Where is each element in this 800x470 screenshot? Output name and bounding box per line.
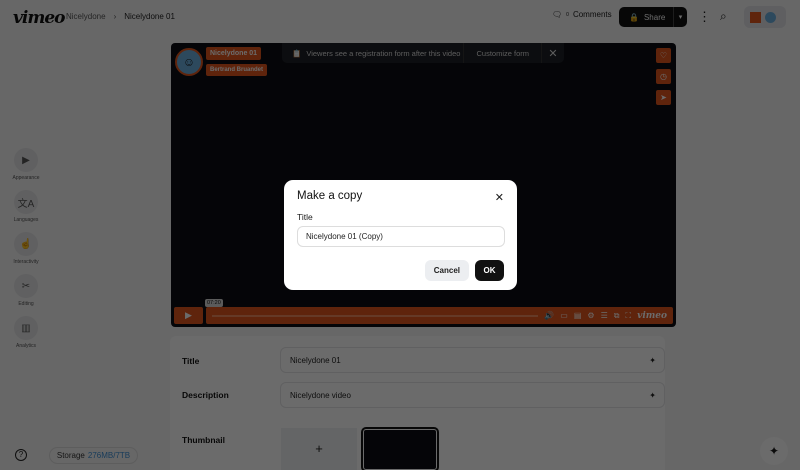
field-label: Title bbox=[297, 212, 313, 222]
sidebar-item-label: Appearance bbox=[12, 175, 40, 181]
time-tooltip: 07:20 bbox=[205, 299, 223, 307]
chapters-icon[interactable]: ☰ bbox=[601, 311, 608, 320]
avatar bbox=[765, 11, 776, 23]
sidebar-item-editing[interactable]: ✂ Editing bbox=[0, 274, 52, 316]
description-label: Description bbox=[182, 390, 229, 400]
vimeo-player-logo[interactable]: vimeo bbox=[637, 311, 667, 321]
make-copy-dialog: Make a copy ✕ Title Cancel OK bbox=[284, 180, 517, 290]
sidebar-item-languages[interactable]: 文A Languages bbox=[0, 190, 52, 232]
close-icon[interactable]: ✕ bbox=[542, 47, 564, 60]
thumbnail-image[interactable] bbox=[361, 427, 439, 470]
search-icon[interactable]: ⌕ bbox=[720, 9, 727, 24]
captions-icon[interactable]: ▭ bbox=[560, 311, 568, 320]
add-thumbnail-button[interactable]: + bbox=[281, 428, 357, 470]
close-icon[interactable]: ✕ bbox=[495, 191, 504, 204]
share-label: Share bbox=[643, 12, 666, 22]
author-tag[interactable]: Bertrand Bruandet bbox=[206, 64, 268, 76]
sidebar-item-analytics[interactable]: ▥ Analytics bbox=[0, 316, 52, 358]
breadcrumb: Nicelydone › Nicelydone 01 bbox=[66, 12, 175, 21]
cancel-button[interactable]: Cancel bbox=[424, 260, 469, 281]
storage-label: Storage bbox=[56, 451, 85, 460]
title-value: Nicelydone 01 bbox=[290, 355, 341, 365]
team-logo bbox=[750, 11, 761, 23]
more-options-icon[interactable]: ⋮ bbox=[698, 9, 711, 25]
comments-label: Comments bbox=[572, 10, 612, 19]
pip-icon[interactable]: ⧉ bbox=[614, 311, 620, 321]
help-icon[interactable]: ? bbox=[15, 449, 27, 461]
tap-icon: ☝ bbox=[14, 232, 38, 256]
appearance-icon: ▶ bbox=[14, 148, 38, 172]
sidebar-item-appearance[interactable]: ▶ Appearance bbox=[0, 148, 52, 190]
banner-text: Viewers see a registration form after th… bbox=[306, 48, 461, 58]
volume-icon[interactable]: 🔊 bbox=[544, 311, 554, 320]
comments-count: 0 bbox=[566, 11, 569, 18]
ok-button[interactable]: OK bbox=[475, 260, 504, 281]
author-avatar: ☺ bbox=[175, 48, 203, 76]
title-field[interactable]: Nicelydone 01 ✦ bbox=[280, 347, 665, 373]
thumbnail-label: Thumbnail bbox=[182, 435, 225, 445]
heart-icon[interactable]: ♡ bbox=[656, 48, 671, 63]
comments-button[interactable]: 🗨 0 Comments bbox=[552, 10, 612, 19]
registration-banner: 📋 Viewers see a registration form after t… bbox=[282, 43, 564, 63]
storage-badge[interactable]: Storage 276MB/7TB bbox=[49, 447, 138, 464]
sidebar-item-label: Languages bbox=[13, 217, 39, 223]
scissors-icon: ✂ bbox=[14, 274, 38, 298]
account-switcher[interactable] bbox=[744, 6, 786, 28]
comment-icon: 🗨 bbox=[552, 10, 563, 19]
ai-sparkle-icon[interactable]: ✦ bbox=[649, 356, 656, 365]
progress-bar[interactable] bbox=[212, 314, 539, 317]
description-field[interactable]: Nicelydone video ✦ bbox=[280, 382, 665, 408]
sidebar: ▶ Appearance 文A Languages ☝ Interactivity ✂… bbox=[0, 148, 52, 358]
ai-assistant-sparkle-icon[interactable]: ✦ bbox=[760, 437, 788, 465]
ai-sparkle-icon[interactable]: ✦ bbox=[649, 391, 656, 400]
lock-icon: 🔒 bbox=[629, 12, 639, 22]
video-title-tag[interactable]: Nicelydone 01 bbox=[206, 47, 262, 60]
player-controls: ▶ 🔊 ▭ ▤ ⚙ ☰ ⧉ ⛶ vimeo bbox=[174, 307, 673, 324]
title-label: Title bbox=[182, 356, 200, 366]
description-value: Nicelydone video bbox=[290, 390, 351, 400]
share-dropdown-chevron-icon[interactable]: ▾ bbox=[673, 7, 687, 27]
breadcrumb-folder[interactable]: Nicelydone bbox=[66, 12, 106, 21]
dialog-title: Make a copy bbox=[297, 190, 363, 202]
play-icon[interactable]: ▶ bbox=[174, 307, 203, 324]
translate-icon: 文A bbox=[14, 190, 38, 214]
clock-icon[interactable]: ◷ bbox=[656, 69, 671, 84]
sidebar-item-label: Editing bbox=[18, 301, 34, 307]
form-icon: 📋 bbox=[292, 48, 302, 58]
transcript-icon[interactable]: ▤ bbox=[574, 311, 582, 320]
chevron-right-icon: › bbox=[113, 12, 117, 21]
customize-form-button[interactable]: Customize form bbox=[464, 43, 542, 63]
vimeo-logo[interactable]: vimeo bbox=[13, 8, 65, 28]
breadcrumb-current: Nicelydone 01 bbox=[124, 12, 175, 21]
share-button[interactable]: 🔒 Share ▾ bbox=[619, 7, 687, 27]
sidebar-item-label: Interactivity bbox=[13, 259, 39, 265]
copy-title-input[interactable] bbox=[297, 226, 505, 247]
analytics-icon: ▥ bbox=[14, 316, 38, 340]
settings-icon[interactable]: ⚙ bbox=[587, 311, 594, 320]
fullscreen-icon[interactable]: ⛶ bbox=[625, 311, 631, 321]
send-icon[interactable]: ➤ bbox=[656, 90, 671, 105]
storage-value: 276MB/7TB bbox=[87, 451, 131, 460]
sidebar-item-interactivity[interactable]: ☝ Interactivity bbox=[0, 232, 52, 274]
sidebar-item-label: Analytics bbox=[15, 343, 36, 349]
top-bar: vimeo Nicelydone › Nicelydone 01 🗨 0 Comm… bbox=[0, 0, 800, 34]
